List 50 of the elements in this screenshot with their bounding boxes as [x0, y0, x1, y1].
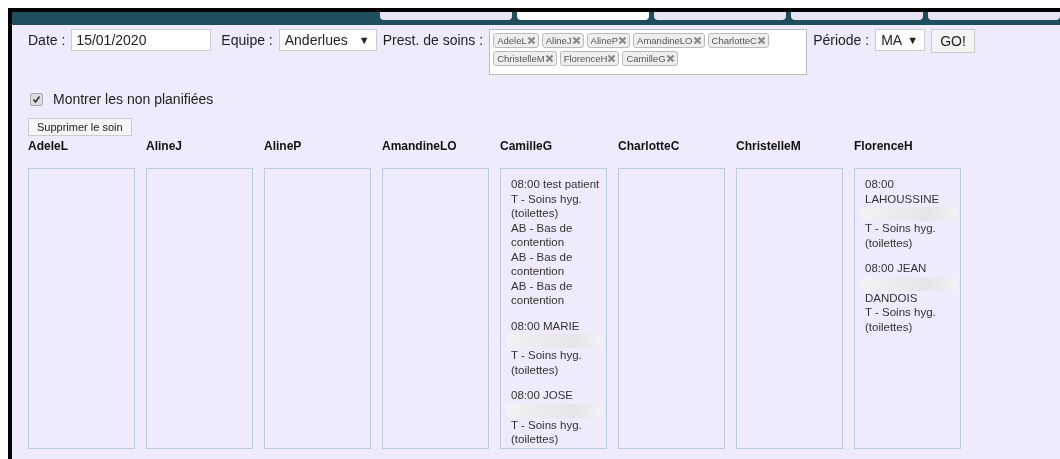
- team-label: Equipe :: [221, 31, 273, 50]
- column-heading: AlineJ: [146, 138, 183, 155]
- entry-text: T - Soins hyg. (toilettes): [511, 417, 583, 447]
- caregivers-label: Prest. de soins :: [382, 31, 484, 50]
- entry-text: 08:00 test patient: [511, 177, 600, 192]
- remove-icon[interactable]: [571, 36, 581, 45]
- caregiver-tag[interactable]: CamilleG: [622, 51, 678, 66]
- remove-icon[interactable]: [756, 36, 766, 45]
- entry-text: 08:00 JOSE: [511, 388, 574, 403]
- caregiver-tag[interactable]: AdeleL: [493, 33, 539, 48]
- column-heading: AlineP: [264, 138, 303, 155]
- remove-icon[interactable]: [618, 36, 628, 45]
- date-field[interactable]: 15/01/2020: [71, 29, 212, 51]
- period-label: Période :: [813, 31, 870, 50]
- go-button[interactable]: GO!: [931, 29, 975, 53]
- entry-text: 08:00 LAHOUSSINE: [865, 177, 941, 206]
- entry-text: AB - Bas de contention: [511, 278, 574, 308]
- entry-text: T - Soins hyg. (toilettes): [511, 348, 583, 377]
- caregivers-field[interactable]: AdeleL AlineJ AlineP AmandineLO CharlotteC ChristelleM FlorenceH CamilleG: [489, 29, 808, 75]
- entry-text: AB - Bas de contention: [511, 249, 574, 279]
- column-heading: FlorenceH: [854, 138, 914, 155]
- team-select[interactable]: Anderlues ▼: [278, 29, 377, 51]
- entry-text: T - Soins hyg. (toilettes): [865, 221, 937, 250]
- caregiver-tag[interactable]: FlorenceH: [559, 51, 620, 66]
- column-heading: CamilleG: [500, 138, 554, 155]
- caregiver-tag[interactable]: ChristelleM: [493, 51, 557, 66]
- caregiver-tag[interactable]: CharlotteC: [707, 33, 769, 48]
- caregiver-tag[interactable]: AmandineLO: [633, 33, 705, 48]
- remove-icon[interactable]: [544, 54, 554, 63]
- entry-text: AB - Bas de contention: [511, 220, 574, 250]
- column-heading: AdeleL: [28, 138, 69, 155]
- column-heading: AmandineLO: [382, 138, 458, 155]
- caregiver-tag[interactable]: AlineJ: [541, 33, 584, 48]
- remove-icon[interactable]: [692, 36, 702, 45]
- column-heading: CharlotteC: [618, 138, 681, 155]
- checkbox-label: Montrer les non planifiées: [53, 91, 214, 107]
- remove-icon[interactable]: [526, 36, 536, 45]
- entry-text: 08:00 MARIE: [511, 318, 581, 333]
- caregiver-tag[interactable]: AlineP: [586, 33, 631, 48]
- remove-icon[interactable]: [607, 54, 617, 63]
- entry-text: DANDOIS: [865, 290, 919, 305]
- remove-icon[interactable]: [665, 54, 675, 63]
- entry-text: T - Soins hyg. (toilettes): [511, 191, 583, 221]
- period-select[interactable]: MA ▼: [875, 29, 926, 51]
- delete-button[interactable]: Supprimer le soin: [28, 118, 132, 136]
- date-label: Date :: [28, 31, 66, 50]
- checkbox[interactable]: [30, 92, 43, 106]
- entry-text: 08:00 JEAN: [865, 261, 928, 276]
- entry-text: T - Soins hyg. (toilettes): [865, 305, 937, 334]
- column-heading: ChristelleM: [736, 138, 802, 155]
